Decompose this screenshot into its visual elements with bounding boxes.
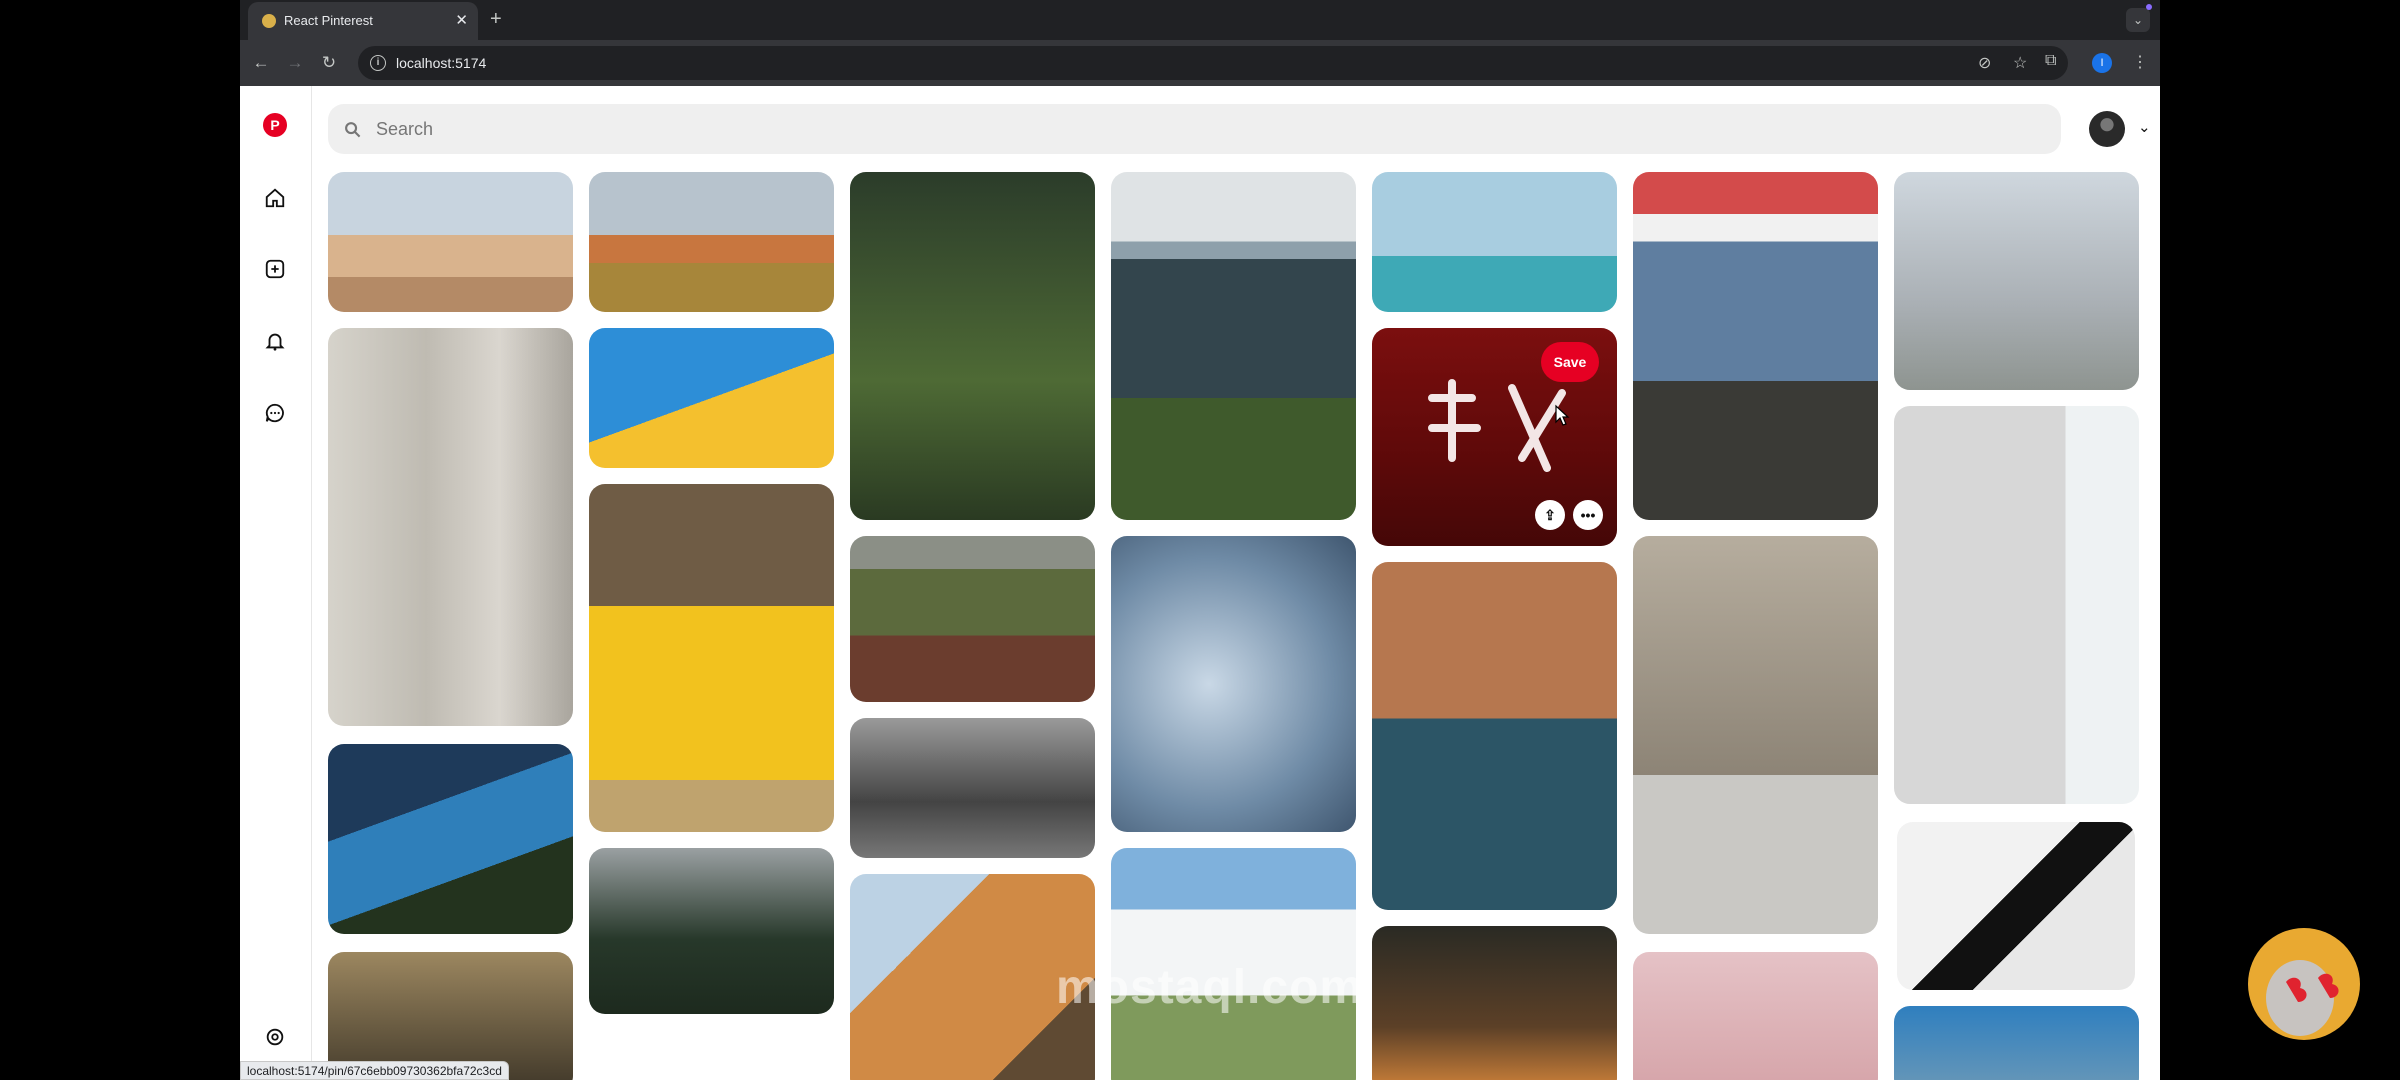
pin-image[interactable] xyxy=(1894,406,2139,804)
pin-image[interactable] xyxy=(1894,1006,2139,1080)
settings-icon[interactable] xyxy=(264,1026,286,1048)
user-avatar[interactable] xyxy=(2089,111,2125,147)
pin-image[interactable] xyxy=(589,172,834,312)
pin-image[interactable] xyxy=(1633,172,1878,520)
pin-image[interactable] xyxy=(850,172,1095,520)
favicon-icon xyxy=(262,14,276,28)
extensions-icon[interactable]: ⧉ xyxy=(2045,52,2056,70)
search-placeholder: Search xyxy=(376,119,434,139)
pin-image[interactable] xyxy=(589,484,834,832)
tab-search-chevron-icon[interactable]: ⌄ xyxy=(2126,8,2150,32)
chevron-down-icon[interactable]: ⌄ xyxy=(2138,118,2151,136)
search-input[interactable]: Search xyxy=(328,104,2061,154)
mouse-cursor xyxy=(1555,404,1570,426)
browser-tab[interactable]: React Pinterest ✕ xyxy=(248,2,478,40)
mascot-icon xyxy=(2266,960,2339,1036)
home-icon[interactable] xyxy=(264,187,286,209)
browser-window: React Pinterest ✕ + ⌄ ← → ↻ i localhost:… xyxy=(240,0,2160,1080)
pin-image[interactable] xyxy=(850,718,1095,858)
close-tab-icon[interactable]: ✕ xyxy=(455,11,468,29)
pin-image[interactable] xyxy=(1111,536,1356,832)
eye-off-icon[interactable]: ⊘ xyxy=(1978,53,1991,73)
pin-image[interactable] xyxy=(1633,952,1878,1080)
pin-image[interactable] xyxy=(1897,822,2135,990)
status-bar-url: localhost:5174/pin/67c6ebb09730362bfa72c… xyxy=(240,1061,509,1080)
pin-image[interactable] xyxy=(328,328,573,726)
left-sidebar: P xyxy=(240,86,312,1080)
search-icon xyxy=(345,122,361,138)
pin-image[interactable] xyxy=(1633,536,1878,934)
pin-image[interactable] xyxy=(1372,562,1617,910)
pin-image[interactable] xyxy=(328,744,573,934)
new-tab-icon[interactable]: + xyxy=(490,8,502,31)
browser-toolbar: ← → ↻ i localhost:5174 ⊘ ☆ ⧉ I ⋮ xyxy=(240,40,2160,86)
pin-image[interactable] xyxy=(589,328,834,468)
pin-image[interactable] xyxy=(1111,172,1356,520)
watermark-text: mostaql.com xyxy=(1056,961,1364,1014)
top-bar: Search ⌄ xyxy=(328,104,2151,154)
pin-image[interactable] xyxy=(1894,172,2139,390)
app-logo[interactable]: P xyxy=(263,113,287,137)
profile-avatar[interactable]: I xyxy=(2092,53,2112,73)
back-arrow-icon[interactable]: ← xyxy=(248,50,274,76)
message-icon[interactable] xyxy=(264,402,286,424)
save-button[interactable]: Save xyxy=(1541,342,1599,382)
more-options-icon[interactable]: ••• xyxy=(1573,500,1603,530)
left-margin xyxy=(0,0,240,1080)
pin-image[interactable] xyxy=(589,848,834,1014)
notification-dot xyxy=(2146,4,2152,10)
bell-icon[interactable] xyxy=(264,330,286,352)
mascot-avatar xyxy=(2248,928,2360,1040)
address-bar[interactable]: i localhost:5174 ⊘ ☆ xyxy=(358,46,2068,80)
share-icon[interactable]: ⇪ xyxy=(1535,500,1565,530)
tab-strip: React Pinterest ✕ + ⌄ xyxy=(240,0,2160,40)
site-info-icon[interactable]: i xyxy=(370,55,386,71)
right-margin xyxy=(2160,0,2400,1080)
reload-icon[interactable]: ↻ xyxy=(316,50,342,76)
pin-image[interactable] xyxy=(1372,926,1617,1080)
pin-image[interactable] xyxy=(1372,172,1617,312)
page-content: P Search ⌄ Save ⇪ ••• xyxy=(240,86,2160,1080)
bookmark-star-icon[interactable]: ☆ xyxy=(2013,53,2027,73)
create-icon[interactable] xyxy=(264,258,286,280)
tab-title: React Pinterest xyxy=(284,13,373,28)
pin-image[interactable] xyxy=(850,536,1095,702)
browser-menu-icon[interactable]: ⋮ xyxy=(2132,52,2148,72)
url-text: localhost:5174 xyxy=(396,55,487,71)
forward-arrow-icon[interactable]: → xyxy=(282,50,308,76)
pin-image[interactable] xyxy=(328,172,573,312)
